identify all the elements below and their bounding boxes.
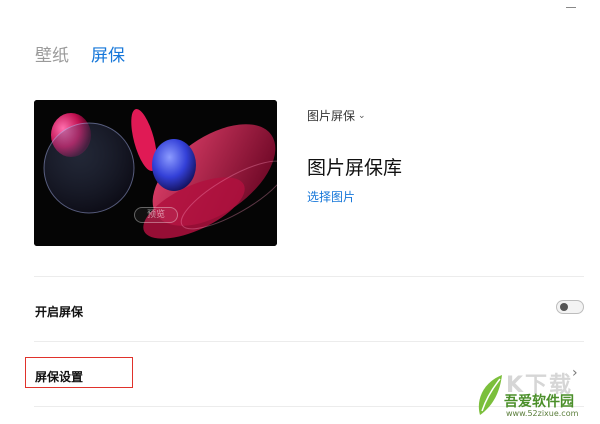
enable-screensaver-toggle[interactable] — [556, 300, 584, 314]
divider — [34, 276, 584, 277]
screensaver-type-select[interactable]: 图片屏保 ⌄ — [307, 107, 366, 124]
tab-screensaver[interactable]: 屏保 — [91, 41, 125, 66]
chevron-down-icon: ⌄ — [358, 110, 366, 121]
divider — [34, 341, 584, 342]
leaf-logo-icon — [478, 375, 502, 415]
watermark-brand: 吾爱软件园 — [504, 394, 574, 410]
screensaver-type-label: 图片屏保 — [307, 109, 356, 123]
tab-bar: 壁纸 屏保 — [35, 41, 125, 66]
library-title: 图片屏保库 — [307, 157, 403, 179]
preview-button[interactable]: 预览 — [134, 207, 178, 223]
watermark: K下载 吾爱软件园 www.52zixue.com — [470, 365, 598, 423]
minimize-icon[interactable] — [566, 2, 576, 12]
screensaver-preview[interactable]: 预览 — [34, 100, 277, 246]
screensaver-settings-label[interactable]: 屏保设置 — [35, 368, 83, 385]
toggle-knob — [560, 303, 568, 311]
window-controls — [566, 2, 576, 12]
preview-artwork — [34, 100, 277, 246]
watermark-url: www.52zixue.com — [506, 409, 579, 418]
select-picture-link[interactable]: 选择图片 — [307, 188, 355, 205]
enable-screensaver-label: 开启屏保 — [35, 305, 84, 319]
tab-wallpaper[interactable]: 壁纸 — [35, 41, 69, 66]
